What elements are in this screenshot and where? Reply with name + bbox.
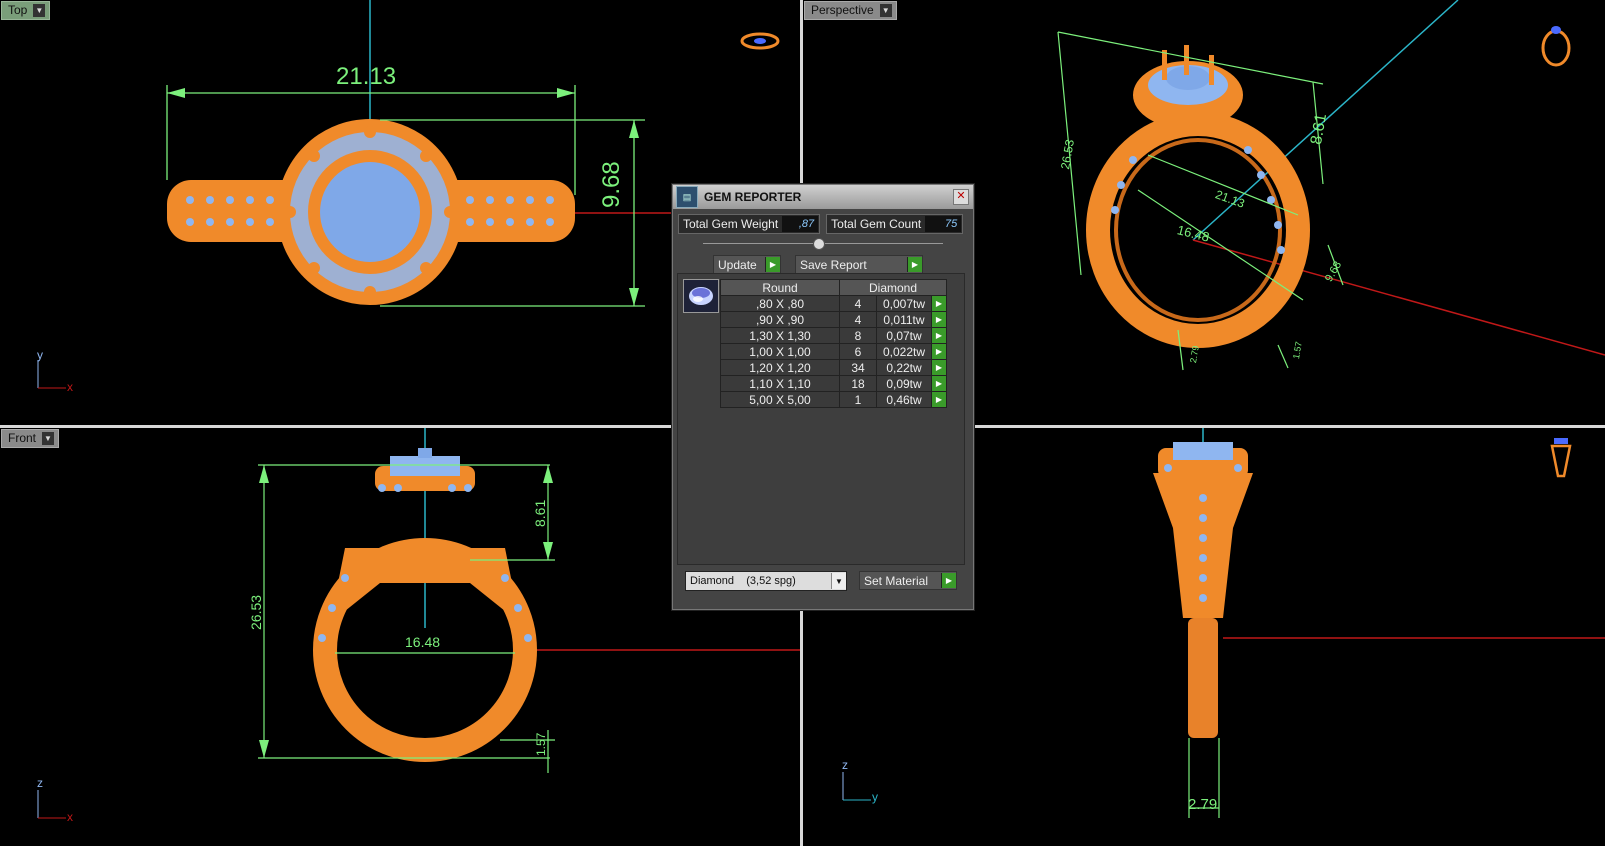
chevron-down-icon[interactable]: ▼ [879,4,892,17]
material-select[interactable]: Diamond (3,52 spg) ▼ [685,571,847,591]
total-gem-count: Total Gem Count 75 [826,214,964,234]
gem-count: 8 [839,327,877,344]
save-report-button[interactable]: Save Report ▶ [795,255,923,274]
viewport-label-text: Front [8,431,37,445]
dim-front-inner: 16.48 [405,634,441,650]
play-arrow-icon[interactable]: ▶ [931,327,947,344]
table-row: ,90 X ,90 4 0,011tw ▶ [720,311,947,328]
axis-label-y: y [872,790,878,804]
chevron-down-icon[interactable]: ▼ [831,573,846,589]
total-gem-weight-label: Total Gem Weight [683,217,779,231]
gem-count: 18 [839,375,877,392]
total-gem-count-value: 75 [925,216,962,232]
table-row: 1,30 X 1,30 8 0,07tw ▶ [720,327,947,344]
gem-count: 34 [839,359,877,376]
viewport-label-front[interactable]: Front ▼ [1,429,60,448]
total-gem-weight: Total Gem Weight ,87 [678,214,821,234]
save-report-button-label: Save Report [800,257,867,272]
dim-front-height: 26.53 [248,594,264,630]
close-icon[interactable]: ✕ [953,189,969,205]
round-gem-icon[interactable] [683,279,719,313]
gem-count: 1 [839,391,877,408]
viewport-label-text: Perspective [811,3,874,17]
dim-front-shank: 1.57 [534,732,548,756]
column-header-shape: Round [720,279,840,296]
gem-size: 1,00 X 1,00 [720,343,840,360]
set-material-button-label: Set Material [864,573,929,588]
gem-weight: 0,022tw [876,343,932,360]
gem-count: 6 [839,343,877,360]
table-row: ,80 X ,80 4 0,007tw ▶ [720,295,947,312]
slider-knob[interactable] [813,238,825,250]
gem-size: 5,00 X 5,00 [720,391,840,408]
gem-weight: 0,011tw [876,311,932,328]
chevron-down-icon[interactable]: ▼ [33,4,46,17]
gem-weight: 0,22tw [876,359,932,376]
viewport-label-top[interactable]: Top ▼ [1,1,51,20]
play-arrow-icon: ▶ [765,257,780,272]
gem-list-area: Round Diamond ,80 X ,80 4 0,007tw ▶ ,90 … [677,273,965,565]
table-row: 1,10 X 1,10 18 0,09tw ▶ [720,375,947,392]
gem-size: ,80 X ,80 [720,295,840,312]
axis-label-x: x [67,810,73,824]
gem-size: 1,30 X 1,30 [720,327,840,344]
gem-size: 1,20 X 1,20 [720,359,840,376]
gem-table: Round Diamond ,80 X ,80 4 0,007tw ▶ ,90 … [720,279,947,408]
axis-label-z: z [842,758,848,772]
table-row: 1,20 X 1,20 34 0,22tw ▶ [720,359,947,376]
gem-reporter-panel: ▤ GEM REPORTER ✕ Total Gem Weight ,87 To… [672,184,974,610]
total-gem-count-label: Total Gem Count [831,217,922,231]
viewport-label-text: Top [8,3,28,17]
play-arrow-icon: ▶ [941,573,956,588]
panel-title: GEM REPORTER [704,190,802,204]
gem-weight: 0,09tw [876,375,932,392]
panel-slider[interactable] [703,237,943,251]
table-row: 5,00 X 5,00 1 0,46tw ▶ [720,391,947,408]
gem-size: ,90 X ,90 [720,311,840,328]
play-arrow-icon[interactable]: ▶ [931,391,947,408]
play-arrow-icon[interactable]: ▶ [931,359,947,376]
gem-size: 1,10 X 1,10 [720,375,840,392]
gem-weight: 0,46tw [876,391,932,408]
update-button-label: Update [718,257,757,272]
set-material-button[interactable]: Set Material ▶ [859,571,957,590]
gem-weight: 0,007tw [876,295,932,312]
gem-weight: 0,07tw [876,327,932,344]
axis-label-z: z [37,776,43,790]
column-header-material: Diamond [839,279,947,296]
total-gem-weight-value: ,87 [782,216,819,232]
gem-count: 4 [839,311,877,328]
panel-title-bar[interactable]: ▤ GEM REPORTER ✕ [673,185,973,209]
dim-height: 9.68 [598,161,625,208]
gem-count: 4 [839,295,877,312]
play-arrow-icon: ▶ [907,257,922,272]
play-arrow-icon[interactable]: ▶ [931,343,947,360]
dim-front-head: 8.61 [532,499,548,527]
dim-side-band: 2.79 [1188,796,1218,813]
axis-label-x: x [67,380,73,394]
play-arrow-icon[interactable]: ▶ [931,311,947,328]
play-arrow-icon[interactable]: ▶ [931,295,947,312]
chevron-down-icon[interactable]: ▼ [42,432,55,445]
gem-reporter-icon: ▤ [676,186,698,208]
dim-width: 21.13 [336,63,397,90]
axis-label-y: y [37,348,43,362]
material-select-value: Diamond (3,52 spg) [690,575,796,587]
update-button[interactable]: Update ▶ [713,255,781,274]
table-row: 1,00 X 1,00 6 0,022tw ▶ [720,343,947,360]
viewport-label-perspective[interactable]: Perspective ▼ [804,1,897,20]
play-arrow-icon[interactable]: ▶ [931,375,947,392]
